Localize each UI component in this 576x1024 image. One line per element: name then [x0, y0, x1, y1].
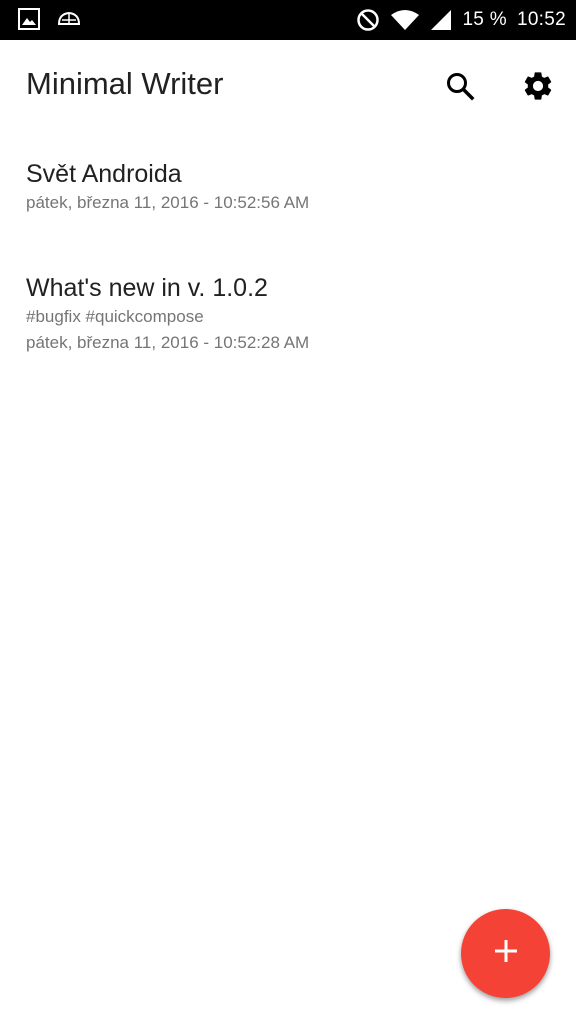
note-title: What's new in v. 1.0.2 [26, 274, 268, 302]
app-bar: Minimal Writer [0, 40, 576, 132]
notification-icons [18, 8, 82, 30]
search-icon [445, 71, 475, 106]
gear-icon [521, 69, 555, 108]
note-item[interactable]: Svět Androida pátek, března 11, 2016 - 1… [0, 158, 576, 216]
settings-button[interactable] [514, 64, 562, 112]
note-date: pátek, března 11, 2016 - 10:52:28 AM [26, 333, 310, 352]
system-icons: 15 % 10:52 [356, 0, 566, 40]
status-bar: 15 % 10:52 [0, 0, 576, 40]
wifi-icon [390, 9, 420, 31]
note-title: Svět Androida [26, 160, 182, 188]
clock: 10:52 [516, 9, 566, 30]
plus-icon [493, 938, 519, 969]
image-notification-icon [18, 8, 40, 30]
note-date: pátek, března 11, 2016 - 10:52:56 AM [26, 193, 310, 212]
note-item[interactable]: What's new in v. 1.0.2 #bugfix #quickcom… [0, 272, 576, 356]
do-not-disturb-icon [356, 8, 380, 32]
cloud-notification-icon [56, 8, 82, 30]
cell-signal-icon [430, 9, 452, 31]
add-note-button[interactable] [461, 909, 550, 998]
battery-percent: 15 % [462, 9, 507, 30]
app-title: Minimal Writer [26, 66, 224, 101]
note-tags: #bugfix #quickcompose [26, 307, 204, 326]
search-button[interactable] [436, 64, 484, 112]
